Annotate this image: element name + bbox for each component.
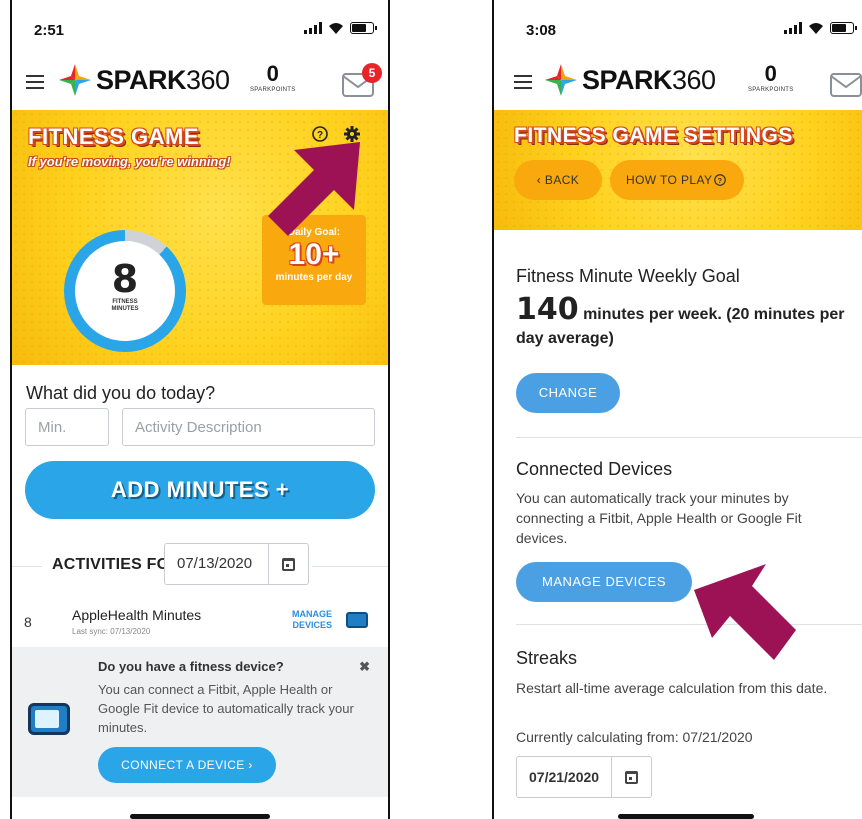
connected-devices-text: You can automatically track your minutes… bbox=[516, 490, 802, 546]
banner-title: FITNESS GAME SETTINGS bbox=[514, 124, 793, 147]
activity-question: What did you do today? bbox=[26, 383, 216, 403]
status-time: 3:08 bbox=[526, 22, 557, 39]
app-header: SPARK360 0 SPARKPOINTS bbox=[494, 55, 862, 110]
signal-icon bbox=[784, 22, 802, 34]
sparkpoints-label: SPARKPOINTS bbox=[250, 87, 296, 93]
manage-link-line-2: DEVICES bbox=[292, 620, 332, 630]
status-icons bbox=[784, 22, 857, 34]
menu-icon[interactable] bbox=[26, 75, 44, 93]
messages-button[interactable]: 5 bbox=[342, 63, 382, 102]
spark360-logo[interactable]: SPARK360 bbox=[58, 63, 230, 97]
phone-screen-game-settings: 3:08 SPARK360 0 SPARKPOINTS FITNESS GAME bbox=[492, 0, 862, 819]
mail-icon bbox=[830, 73, 862, 97]
help-icon: ? bbox=[714, 174, 726, 186]
battery-icon bbox=[350, 22, 377, 34]
status-icons bbox=[304, 22, 377, 34]
streak-date-picker[interactable]: 07/21/2020 bbox=[516, 756, 652, 798]
change-goal-button[interactable]: CHANGE bbox=[516, 373, 620, 413]
fitness-minutes-label-1: FITNESS bbox=[112, 299, 138, 305]
divider bbox=[516, 624, 862, 625]
brand-number: 360 bbox=[672, 64, 716, 95]
back-button[interactable]: ‹ BACK bbox=[514, 160, 602, 200]
streaks-current: Currently calculating from: 07/21/2020 bbox=[516, 729, 753, 745]
wifi-icon bbox=[809, 23, 823, 34]
sparkpoints-value: 0 bbox=[266, 61, 279, 86]
status-time: 2:51 bbox=[34, 22, 65, 39]
activity-title: AppleHealth Minutes bbox=[72, 607, 202, 623]
add-minutes-button[interactable]: ADD MINUTES + bbox=[25, 461, 375, 519]
sparkpoints-label: SPARKPOINTS bbox=[748, 87, 794, 93]
weekly-goal-heading: Fitness Minute Weekly Goal bbox=[516, 266, 740, 286]
unread-badge: 5 bbox=[362, 63, 382, 83]
connect-device-button[interactable]: CONNECT A DEVICE › bbox=[98, 747, 276, 783]
sparkpoints-value: 0 bbox=[764, 61, 777, 86]
app-header: SPARK360 0 SPARKPOINTS 5 bbox=[12, 55, 388, 110]
banner-title: FITNESS GAME bbox=[28, 124, 200, 149]
smartwatch-icon bbox=[28, 703, 70, 735]
home-indicator bbox=[130, 814, 270, 819]
divider bbox=[12, 566, 42, 567]
annotation-arrow bbox=[268, 142, 360, 236]
weekly-goal-value: 140 bbox=[516, 292, 579, 327]
battery-icon bbox=[830, 22, 857, 34]
fitness-device-icon bbox=[346, 612, 368, 628]
spark-star-icon bbox=[545, 64, 577, 96]
spark-star-icon bbox=[59, 64, 91, 96]
brand-number: 360 bbox=[186, 64, 230, 95]
daily-goal-value: 10+ bbox=[288, 238, 340, 271]
close-icon[interactable]: ✖ bbox=[359, 659, 370, 675]
activity-description-input[interactable] bbox=[122, 408, 375, 446]
calendar-icon bbox=[625, 770, 638, 784]
daily-goal-unit: minutes per day bbox=[275, 272, 353, 283]
banner-subtitle: If you're moving, you're winning! bbox=[28, 154, 231, 169]
connected-devices-heading: Connected Devices bbox=[516, 459, 673, 479]
menu-icon[interactable] bbox=[514, 75, 532, 93]
promo-text: You can connect a Fitbit, Apple Health o… bbox=[98, 682, 354, 735]
annotation-arrow bbox=[694, 564, 796, 660]
weekly-goal-text: 140 minutes per week. (20 minutes per da… bbox=[516, 295, 856, 351]
activity-minutes: 8 bbox=[24, 614, 32, 630]
divider bbox=[312, 566, 388, 567]
divider bbox=[516, 437, 862, 438]
settings-banner: FITNESS GAME SETTINGS ‹ BACK HOW TO PLAY… bbox=[494, 110, 862, 230]
wifi-icon bbox=[329, 23, 343, 34]
fitness-minutes-value: 8 bbox=[111, 257, 139, 301]
manage-link-line-1: MANAGE bbox=[292, 609, 332, 619]
manage-devices-link[interactable]: MANAGE DEVICES bbox=[282, 609, 332, 631]
sparkpoints-counter[interactable]: 0 SPARKPOINTS bbox=[748, 61, 794, 93]
activities-date-picker[interactable]: 07/13/2020 bbox=[164, 543, 309, 585]
svg-text:?: ? bbox=[718, 176, 723, 185]
fitness-minutes-ring: 8 FITNESS MINUTES bbox=[64, 230, 186, 352]
brand-name: SPARK bbox=[96, 64, 187, 95]
signal-icon bbox=[304, 22, 322, 34]
how-to-play-label: HOW TO PLAY bbox=[626, 173, 713, 187]
messages-button[interactable] bbox=[830, 73, 862, 102]
sparkpoints-counter[interactable]: 0 SPARKPOINTS bbox=[250, 61, 296, 93]
how-to-play-button[interactable]: HOW TO PLAY ? bbox=[610, 160, 744, 200]
manage-devices-button[interactable]: MANAGE DEVICES bbox=[516, 562, 692, 602]
status-bar: 3:08 bbox=[494, 0, 862, 60]
fitness-minutes-label-2: MINUTES bbox=[111, 306, 139, 312]
activities-for-label: ACTIVITIES FOR bbox=[52, 556, 182, 573]
promo-title: Do you have a fitness device? bbox=[98, 659, 284, 674]
brand-name: SPARK bbox=[582, 64, 673, 95]
streak-date: 07/21/2020 bbox=[529, 769, 600, 785]
streaks-heading: Streaks bbox=[516, 648, 578, 668]
home-indicator bbox=[618, 814, 754, 819]
spark360-logo[interactable]: SPARK360 bbox=[544, 63, 716, 97]
minutes-input[interactable] bbox=[25, 408, 109, 446]
streaks-text: Restart all-time average calculation fro… bbox=[516, 680, 828, 696]
calendar-icon bbox=[282, 557, 295, 571]
status-bar: 2:51 bbox=[12, 0, 388, 60]
activities-date: 07/13/2020 bbox=[177, 555, 253, 572]
activity-last-sync: Last sync: 07/13/2020 bbox=[72, 627, 151, 636]
phone-screen-fitness-game: 2:51 SPARK360 0 SPARKPOINTS 5 FITNESS GA… bbox=[10, 0, 390, 819]
fitness-device-promo: Do you have a fitness device? ✖ You can … bbox=[12, 647, 388, 797]
